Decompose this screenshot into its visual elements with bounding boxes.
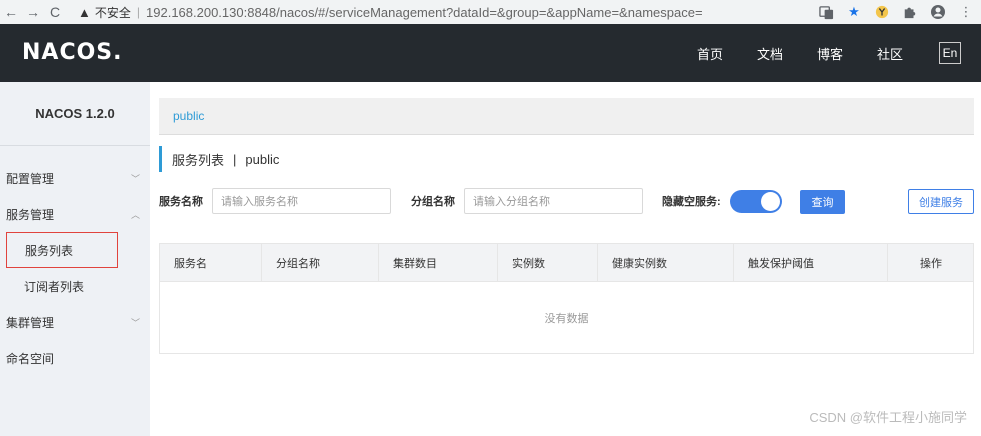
hide-empty-field: 隐藏空服务: [662,188,721,214]
sidebar-item-service-list[interactable]: 服务列表 [6,232,118,268]
column-header[interactable]: 服务名 [160,244,262,282]
more-icon[interactable]: ⋮ [957,3,975,21]
chevron-up-icon: ︿ [130,209,140,220]
sidebar-item-label: 命名空间 [6,351,55,366]
star-icon[interactable]: ★ [845,3,863,21]
sidebar-item-subscriber-list[interactable]: 订阅者列表 [0,268,150,304]
column-header[interactable]: 集群数目 [379,244,498,282]
service-table: 服务名 分组名称 集群数目 实例数 健康实例数 触发保护阈值 操作 没有数据 [159,243,974,354]
sidebar-item-config[interactable]: 配置管理 ﹀ [0,160,150,196]
chevron-down-icon: ﹀ [130,173,140,184]
extension-y-icon[interactable] [873,3,891,21]
top-header: NACOS. 首页 文档 博客 社区 En [0,24,981,82]
service-name-input[interactable]: 请输入服务名称 [212,188,391,214]
nav-community[interactable]: 社区 [877,44,903,63]
security-warning-text: 不安全 [94,5,131,20]
sidebar-item-label: 配置管理 [6,171,55,186]
forward-icon[interactable]: → [22,1,44,23]
url-divider: | [136,5,141,19]
service-name-label: 服务名称 [159,196,203,208]
page-title-separator: | [233,151,237,167]
group-name-input[interactable]: 请输入分组名称 [464,188,643,214]
column-header[interactable]: 分组名称 [262,244,379,282]
translate-icon[interactable] [817,3,835,21]
page-title-namespace: public [245,151,280,167]
page-title: 服务列表 | public [159,146,279,172]
service-name-field: 服务名称 请输入服务名称 [159,188,391,214]
nav-home[interactable]: 首页 [697,44,723,63]
sidebar-item-label: 集群管理 [6,315,55,330]
create-service-button[interactable]: 创建服务 [908,189,974,214]
table-header: 服务名 分组名称 集群数目 实例数 健康实例数 触发保护阈值 操作 [160,244,973,282]
group-name-field: 分组名称 请输入分组名称 [411,188,643,214]
security-warning[interactable]: ▲ 不安全 [78,4,131,21]
namespace-tab-public[interactable]: public [173,109,204,123]
sidebar-item-cluster[interactable]: 集群管理 ﹀ [0,304,150,340]
language-switch[interactable]: En [939,42,961,64]
watermark: CSDN @软件工程小施同学 [809,410,967,425]
sidebar-item-service[interactable]: 服务管理 ︿ [0,196,150,232]
namespace-breadcrumb: public [159,98,974,135]
page-title-text: 服务列表 [172,152,225,168]
table-empty-state: 没有数据 [544,313,589,325]
sidebar-item-namespace[interactable]: 命名空间 [0,340,150,376]
account-icon[interactable] [929,3,947,21]
reload-icon[interactable]: C [44,1,66,23]
hide-empty-label: 隐藏空服务: [662,196,721,208]
column-header[interactable]: 健康实例数 [598,244,734,282]
address-bar[interactable]: 192.168.200.130:8848/nacos/#/serviceMana… [146,5,703,20]
query-button[interactable]: 查询 [800,190,845,214]
browser-toolbar: ← → C ▲ 不安全 | 192.168.200.130:8848/nacos… [0,0,981,24]
warning-icon: ▲ [78,4,91,20]
sidebar: NACOS 1.2.0 配置管理 ﹀ 服务管理 ︿ 服务列表 订阅者列表 集群管… [0,82,150,436]
browser-actions: ★ ⋮ [817,0,975,24]
sidebar-item-label: 服务管理 [6,207,55,222]
nacos-logo[interactable]: NACOS. [22,40,123,65]
top-nav: 首页 文档 博客 社区 En [663,24,961,82]
group-name-label: 分组名称 [411,196,455,208]
hide-empty-toggle[interactable] [730,190,782,213]
puzzle-icon[interactable] [901,3,919,21]
chevron-down-icon: ﹀ [130,317,140,328]
nav-blog[interactable]: 博客 [817,44,843,63]
column-header[interactable]: 实例数 [498,244,598,282]
column-header[interactable]: 触发保护阈值 [734,244,888,282]
nav-docs[interactable]: 文档 [757,44,783,63]
column-header[interactable]: 操作 [888,244,973,282]
back-icon[interactable]: ← [0,1,22,23]
toggle-knob [761,192,780,211]
sidebar-title: NACOS 1.2.0 [0,82,150,146]
